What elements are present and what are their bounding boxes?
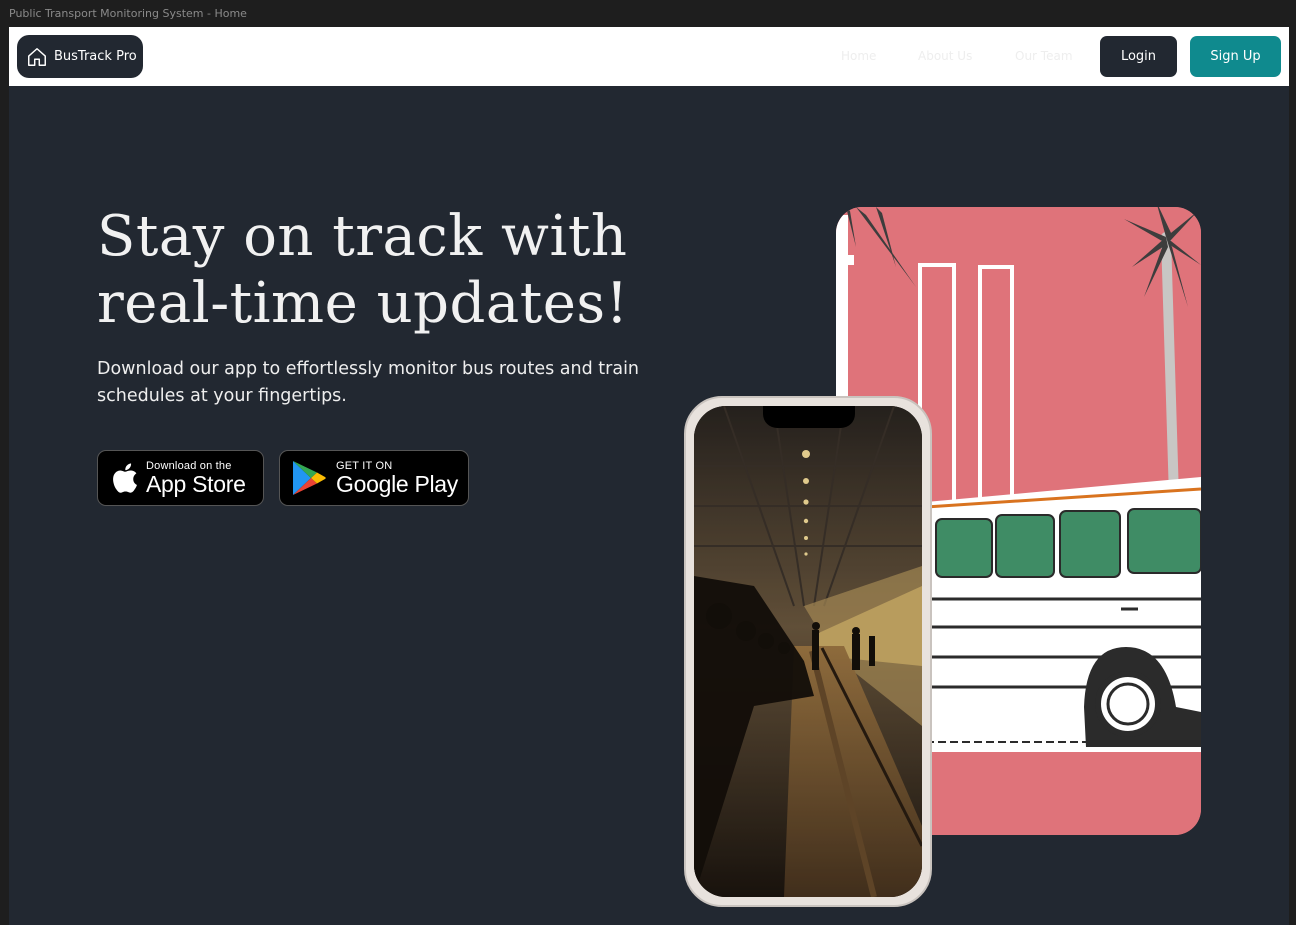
hero-title: Stay on track with real-time updates! [97,203,657,337]
navbar: BusTrack Pro Home About Us Our Team Logi… [9,27,1289,86]
nav-link-home[interactable]: Home [841,49,876,63]
apple-icon [113,463,137,493]
phone-screen-train-station-photo [694,406,922,897]
phone-mockup [684,396,932,907]
nav-link-about-us[interactable]: About Us [918,49,972,63]
app-store-small-text: Download on the [146,459,232,472]
train-station-photo [694,406,922,897]
brand-button[interactable]: BusTrack Pro [17,35,143,78]
hero-subtitle: Download our app to effortlessly monitor… [97,359,640,406]
google-play-big-text: Google Play [336,470,458,497]
app-store-big-text: App Store [146,470,246,497]
phone-notch [763,406,855,428]
app-store-button[interactable]: Download on the App Store [97,450,264,506]
hero-title-line-2: real-time updates! [97,271,629,336]
google-play-button[interactable]: GET IT ON Google Play [279,450,469,506]
brand-name: BusTrack Pro [54,49,137,64]
page-frame: BusTrack Pro Home About Us Our Team Logi… [9,27,1289,925]
sign-up-button[interactable]: Sign Up [1190,36,1281,77]
login-button[interactable]: Login [1100,36,1177,77]
nav-link-our-team[interactable]: Our Team [1015,49,1073,63]
google-play-small-text: GET IT ON [336,459,393,472]
google-play-icon [293,461,326,495]
window-title: Public Transport Monitoring System - Hom… [0,0,1296,27]
hero-title-line-1: Stay on track with [97,204,628,269]
home-icon [28,47,46,66]
